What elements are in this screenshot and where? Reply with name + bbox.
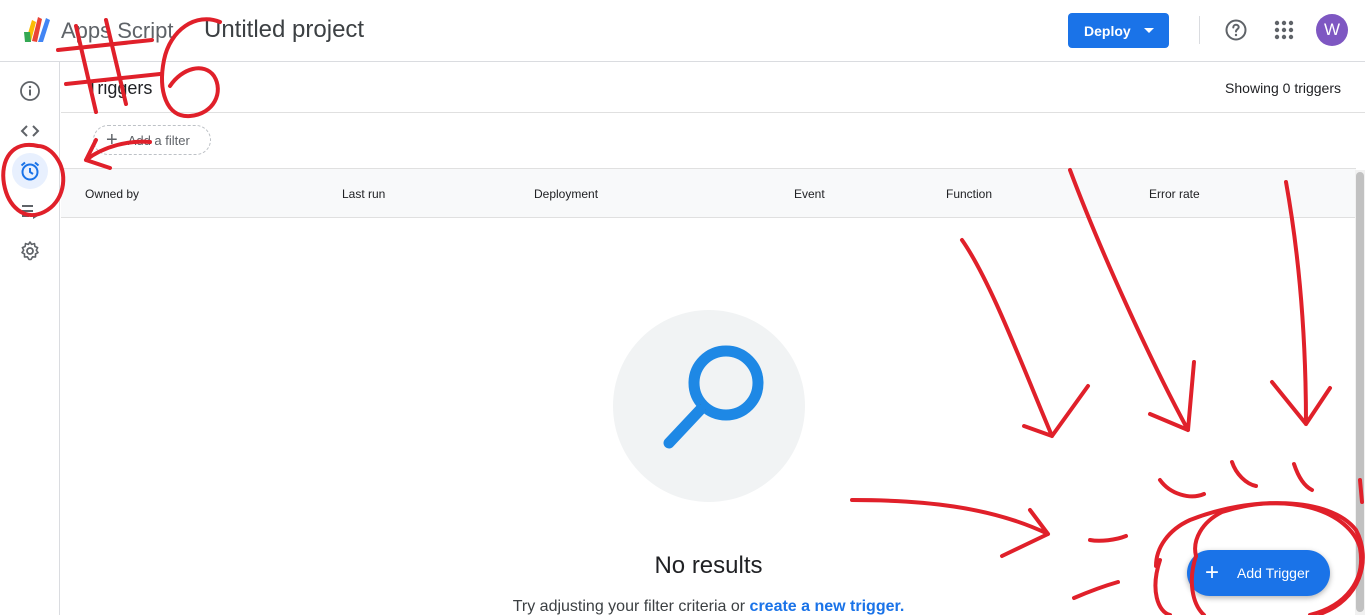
alarm-clock-icon [20,161,40,181]
avatar[interactable]: W [1316,14,1348,46]
divider [61,112,1365,113]
sidebar-item-editor[interactable] [12,113,48,149]
sidebar-item-settings[interactable] [12,233,48,269]
empty-state-illustration [613,310,805,502]
help-icon[interactable] [1224,18,1248,42]
header-divider [1199,16,1200,44]
code-icon [20,125,40,137]
caret-down-icon [1144,28,1154,33]
add-filter-chip[interactable]: + Add a filter [93,125,211,155]
deploy-button-label: Deploy [1084,22,1131,39]
column-last-run[interactable]: Last run [342,187,385,201]
sidebar-item-executions[interactable] [12,193,48,229]
plus-icon: + [1205,559,1220,586]
add-trigger-label: Add Trigger [1237,565,1310,581]
empty-state-hint-text: Try adjusting your filter criteria or [512,598,746,615]
plus-icon: + [106,129,118,151]
table-header: Owned by Last run Deployment Event Funct… [61,168,1356,218]
create-trigger-link[interactable]: create a new trigger. [750,598,905,615]
column-error-rate[interactable]: Error rate [1149,187,1200,201]
column-event[interactable]: Event [794,187,825,201]
app-name: Apps Script [61,18,174,43]
trigger-count: Showing 0 triggers [1225,80,1341,96]
scrollbar-thumb[interactable] [1356,172,1364,612]
info-icon [20,81,40,101]
executions-list-icon [22,205,38,219]
project-title[interactable]: Untitled project [204,16,364,44]
empty-state-hint: Try adjusting your filter criteria or cr… [61,598,1356,616]
triggers-page: Triggers Showing 0 triggers + Add a filt… [61,62,1365,615]
add-filter-label: Add a filter [127,132,190,148]
left-nav-rail [0,62,60,615]
column-deployment[interactable]: Deployment [534,187,598,201]
sidebar-item-overview[interactable] [12,73,48,109]
google-apps-icon[interactable] [1273,19,1295,41]
magnifier-icon [663,345,764,449]
page-title: Triggers [87,78,153,98]
sidebar-item-triggers[interactable] [12,153,48,189]
apps-script-logo-icon [24,17,50,42]
empty-state-title: No results [654,552,763,579]
top-app-bar: Apps Script Untitled project Deploy W [0,0,1365,62]
column-owned-by[interactable]: Owned by [85,187,139,201]
deploy-button[interactable]: Deploy [1068,13,1169,48]
add-trigger-button[interactable]: + Add Trigger [1187,550,1330,596]
gear-icon [21,241,39,261]
vertical-scrollbar[interactable] [1355,170,1365,615]
column-function[interactable]: Function [946,187,992,201]
